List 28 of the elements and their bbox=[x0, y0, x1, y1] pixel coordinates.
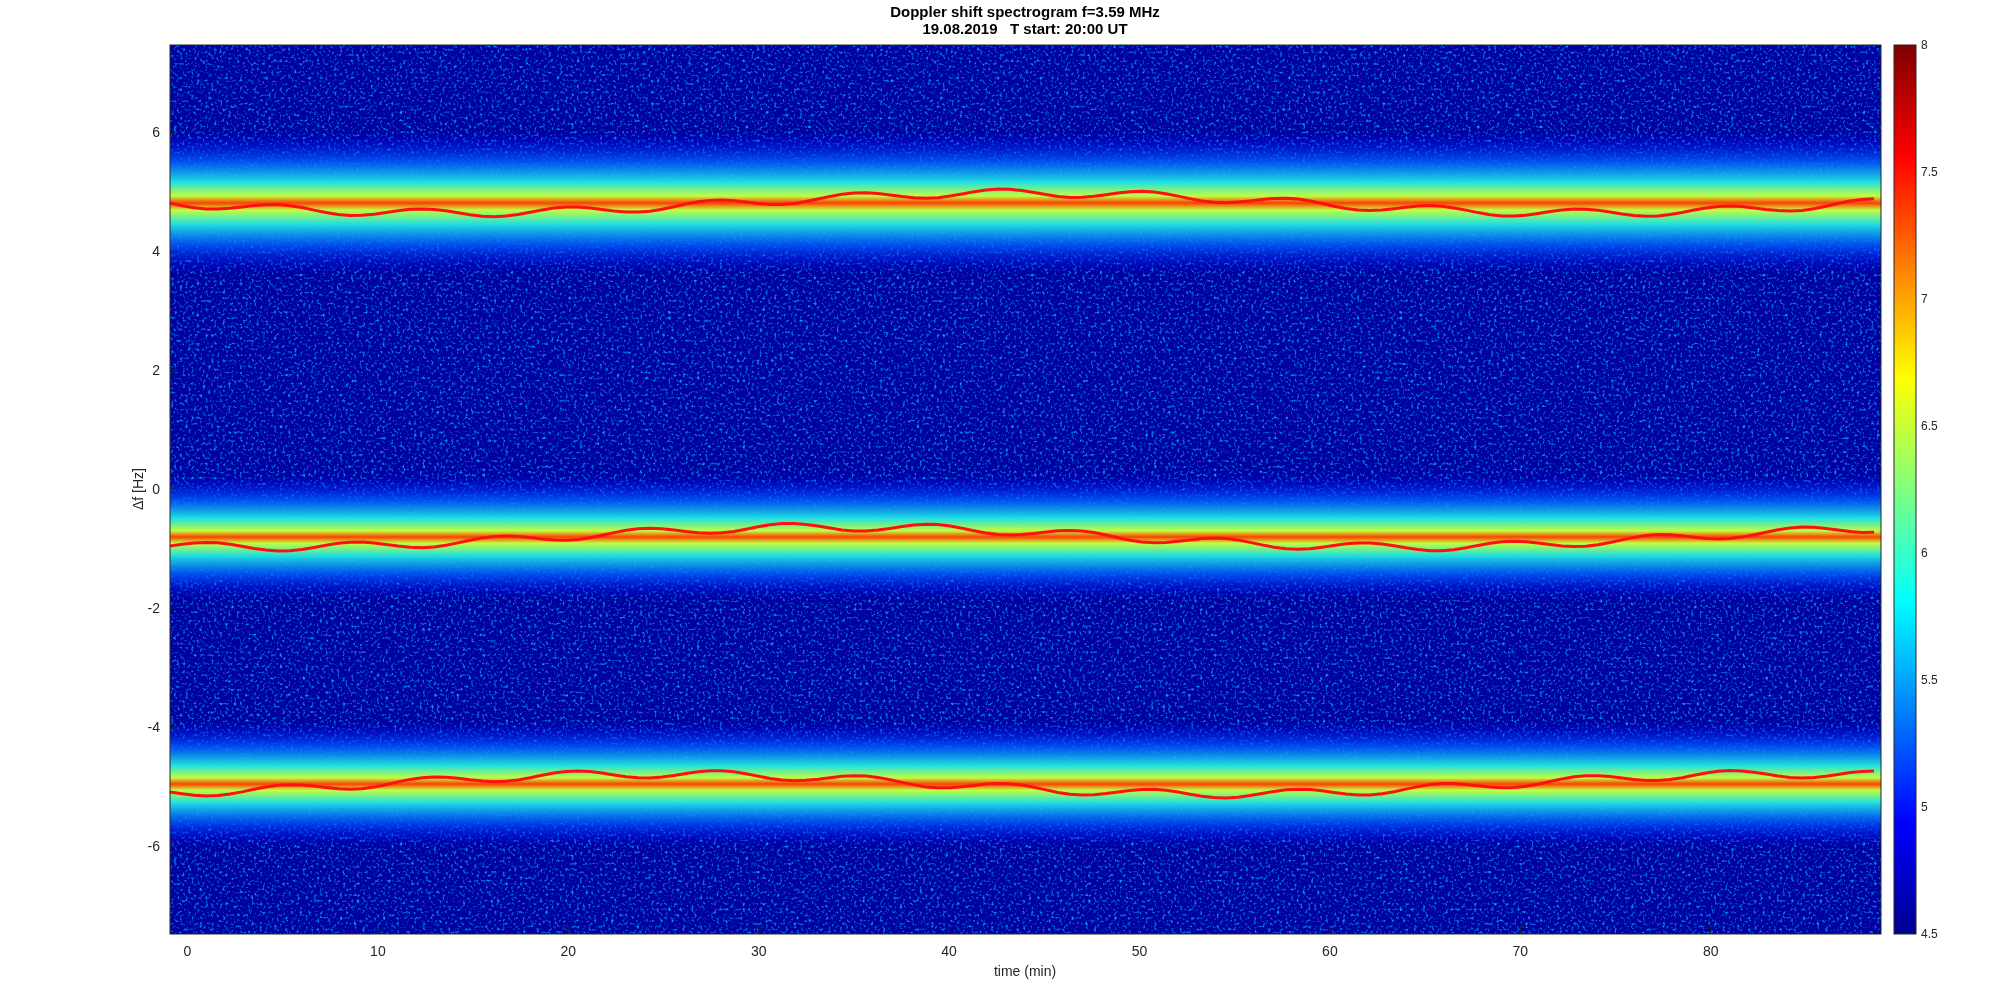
y-axis-tick-label: 4 bbox=[152, 243, 160, 260]
y-axis-tick-label: 0 bbox=[152, 481, 160, 497]
x-axis-tick-label: 0 bbox=[183, 943, 192, 959]
x-axis-tick-label: 50 bbox=[1131, 943, 1148, 959]
x-axis-label: time (min) bbox=[993, 963, 1057, 979]
figure-title: Doppler shift spectrogram f=3.59 MHz bbox=[890, 3, 1160, 20]
y-axis-tick-label: 2 bbox=[152, 362, 160, 379]
y-axis-tick-label: -2 bbox=[147, 599, 160, 616]
colorbar-tick-label: 6.5 bbox=[1921, 419, 1938, 433]
x-axis-tick-label: 20 bbox=[560, 943, 577, 959]
colorbar-tick-label: 8 bbox=[1921, 38, 1928, 52]
x-axis-tick-label: 30 bbox=[750, 943, 767, 959]
colorbar-tick-label: 4.5 bbox=[1921, 927, 1938, 941]
colorbar-tick-label: 5.5 bbox=[1921, 673, 1938, 687]
y-axis-tick-label: -6 bbox=[147, 837, 160, 854]
colorbar-tick-label: 7.5 bbox=[1921, 165, 1938, 179]
colorbar-tick-label: 5 bbox=[1921, 800, 1928, 814]
y-axis-tick-label: -4 bbox=[147, 718, 160, 735]
x-axis-tick-label: 70 bbox=[1512, 943, 1529, 959]
y-axis-label: Δf [Hz] bbox=[130, 468, 146, 510]
x-axis-tick-label: 10 bbox=[370, 943, 386, 959]
x-axis-tick-label: 60 bbox=[1322, 943, 1338, 959]
y-axis-tick-label: 6 bbox=[152, 124, 160, 141]
colorbar-tick-label: 6 bbox=[1921, 546, 1928, 560]
x-axis-tick-label: 80 bbox=[1702, 943, 1719, 959]
x-axis-tick-label: 40 bbox=[941, 943, 957, 959]
figure-title: 19.08.2019 T start: 20:00 UT bbox=[922, 20, 1128, 37]
colorbar-tick-label: 7 bbox=[1921, 292, 1928, 306]
